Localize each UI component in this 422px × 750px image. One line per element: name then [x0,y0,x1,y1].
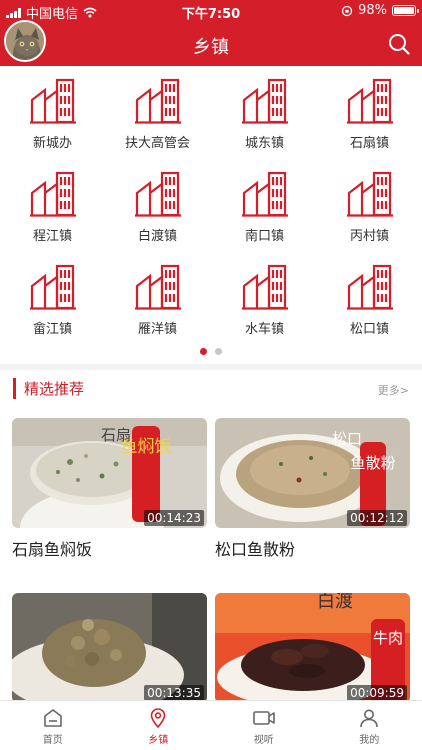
town-label: 畲江镇 [32,322,72,337]
tab-towns[interactable]: 乡镇 [106,701,212,750]
thumbnail-side-text: 白渡 [317,593,353,612]
top-bar: 中国电信 下午7:50 98% 乡镇 [0,0,422,66]
video-title[interactable]: 松口鱼散粉 [215,536,410,560]
search-icon[interactable] [388,33,410,55]
town-label: 松口镇 [349,322,389,337]
town-label: 南口镇 [244,229,284,244]
tab-video[interactable]: 视听 [211,701,317,750]
building-icon [28,171,77,217]
building-icon [133,264,182,310]
tab-home[interactable]: 首页 [0,701,106,750]
tab-label: 视听 [253,735,274,746]
town-label: 扶大高管会 [124,136,190,151]
town-label: 程江镇 [32,229,72,244]
thumbnail-caption: 鱼散粉 [350,454,395,472]
featured-header: 精选推荐 更多> [13,378,409,400]
video-card[interactable]: 00:13:35 [12,593,207,711]
tab-profile[interactable]: 我的 [317,701,422,750]
video-thumbnail[interactable]: 牛肉 白渡 00:09:59 [215,593,410,703]
town-label: 白渡镇 [137,229,177,244]
user-icon [360,709,379,728]
town-item[interactable]: 城东镇 [212,72,317,164]
status-bar: 中国电信 下午7:50 98% [0,0,422,22]
battery-percent: 98% [358,3,387,18]
town-label: 城东镇 [244,136,284,151]
section-divider [0,364,422,370]
tab-bar: 首页 乡镇 视听 我的 [0,700,422,750]
tab-label: 首页 [42,735,63,746]
town-label: 石扇镇 [349,136,389,151]
battery-icon [392,5,419,16]
video-card[interactable]: 牛肉 白渡 00:09:59 [215,593,410,711]
building-icon [240,171,289,217]
video-title[interactable]: 石扇鱼焖饭 [12,536,207,560]
section-title: 精选推荐 [24,380,85,398]
town-label: 雁洋镇 [137,322,177,337]
town-label: 水车镇 [244,322,284,337]
tab-label: 乡镇 [148,735,169,746]
building-icon [240,264,289,310]
location-pin-icon [150,708,166,728]
page-dot[interactable] [215,348,222,355]
video-thumbnail[interactable]: 鱼散粉 松口 00:12:12 [215,418,410,528]
video-card[interactable]: 鱼焖饭 石扇 00:14:23 石扇鱼焖饭 [12,418,207,560]
building-icon [133,78,182,124]
town-label: 丙村镇 [349,229,389,244]
town-item[interactable]: 丙村镇 [317,165,422,257]
section-accent-bar [13,378,16,399]
town-item[interactable]: 白渡镇 [105,165,210,257]
town-item[interactable]: 程江镇 [0,165,105,257]
home-icon [43,709,62,727]
page-title: 乡镇 [193,37,229,58]
orientation-lock-icon [341,5,353,16]
building-icon [28,264,77,310]
town-item[interactable]: 畲江镇 [0,258,105,350]
tab-label: 我的 [359,735,380,746]
video-camera-icon [252,711,275,725]
town-item[interactable]: 扶大高管会 [105,72,210,164]
town-item[interactable]: 雁洋镇 [105,258,210,350]
building-icon [133,171,182,217]
town-item[interactable]: 南口镇 [212,165,317,257]
video-duration: 00:09:59 [347,685,407,701]
building-icon [28,78,77,124]
page-indicator[interactable] [0,348,422,355]
building-icon [345,264,394,310]
more-link[interactable]: 更多> [378,382,409,398]
town-item[interactable]: 松口镇 [317,258,422,350]
video-duration: 00:12:12 [347,510,407,526]
video-duration: 00:13:35 [144,685,204,701]
building-icon [345,171,394,217]
page-dot-active[interactable] [200,348,207,355]
video-duration: 00:14:23 [144,510,204,526]
thumbnail-side-text: 松口 [332,430,362,448]
town-item[interactable]: 新城办 [0,72,105,164]
building-icon [240,78,289,124]
town-label: 新城办 [32,136,72,151]
video-thumbnail[interactable]: 00:13:35 [12,593,207,703]
thumbnail-caption: 牛肉 [373,629,403,647]
video-card[interactable]: 鱼散粉 松口 00:12:12 松口鱼散粉 [215,418,410,560]
thumbnail-side-text: 石扇 [101,426,131,444]
building-icon [345,78,394,124]
town-item[interactable]: 石扇镇 [317,72,422,164]
town-item[interactable]: 水车镇 [212,258,317,350]
video-thumbnail[interactable]: 鱼焖饭 石扇 00:14:23 [12,418,207,528]
